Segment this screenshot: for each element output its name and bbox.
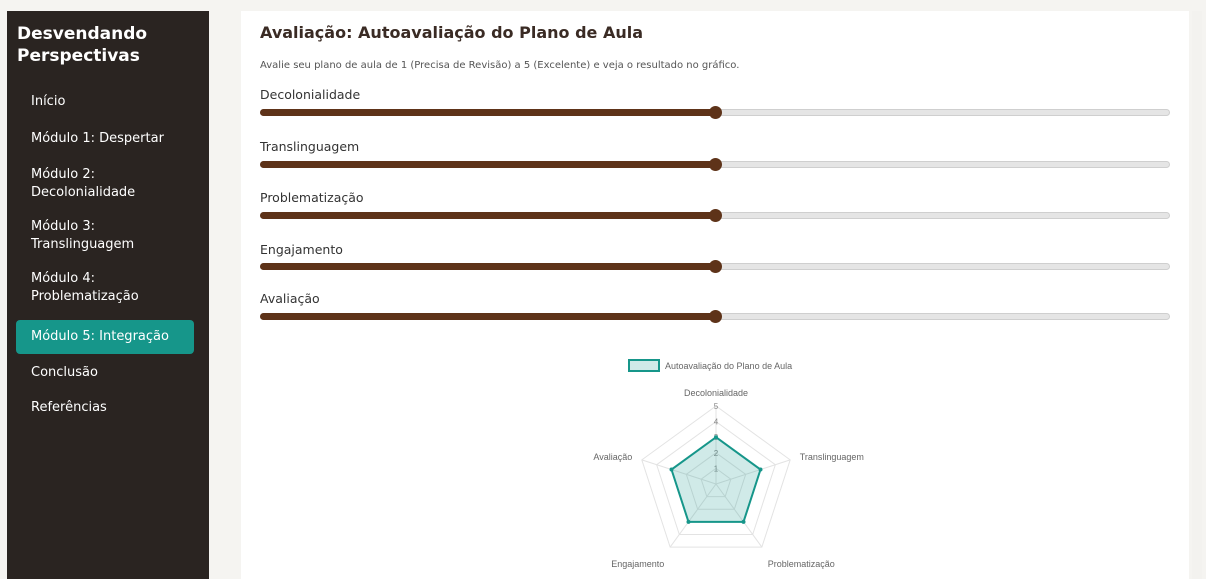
- sidebar-item-label: Conclusão: [31, 365, 98, 380]
- slider-label-avaliacao: Avaliação: [260, 291, 320, 306]
- radar-point[interactable]: [758, 467, 763, 472]
- slider-avaliacao[interactable]: [260, 310, 1170, 324]
- chart-legend[interactable]: Autoavaliação do Plano de Aula: [628, 359, 792, 372]
- sidebar-item-label: Referências: [31, 400, 107, 415]
- radar-axis-label: Decolonialidade: [684, 388, 748, 398]
- sidebar-item-modulo-3[interactable]: Módulo 3: Translinguagem: [16, 217, 194, 255]
- slider-label-problematizacao: Problematização: [260, 190, 364, 205]
- sidebar: Desvendando Perspectivas Início Módulo 1…: [7, 11, 209, 579]
- slider-label-engajamento: Engajamento: [260, 242, 343, 257]
- sidebar-item-label: Módulo 1: Despertar: [31, 131, 164, 146]
- slider-fill: [260, 161, 715, 168]
- slider-thumb[interactable]: [709, 260, 722, 273]
- radar-series-area: [670, 435, 762, 523]
- page-scrollbar[interactable]: [1192, 11, 1202, 579]
- slider-thumb[interactable]: [709, 209, 722, 222]
- slider-thumb[interactable]: [709, 310, 722, 323]
- sidebar-item-referencias[interactable]: Referências: [16, 397, 194, 419]
- sidebar-item-label: Módulo 2:: [31, 167, 96, 182]
- sidebar-item-label: Início: [31, 94, 66, 109]
- slider-label-decolonialidade: Decolonialidade: [260, 87, 361, 102]
- slider-fill: [260, 109, 715, 116]
- radar-axis-label: Avaliação: [593, 452, 632, 462]
- sidebar-item-label: Translinguagem: [31, 237, 135, 252]
- sidebar-item-modulo-5[interactable]: Módulo 5: Integração: [16, 320, 194, 354]
- radar-point[interactable]: [714, 435, 718, 440]
- radar-point[interactable]: [741, 519, 746, 524]
- sidebar-item-modulo-1[interactable]: Módulo 1: Despertar: [16, 128, 194, 150]
- sidebar-item-conclusao[interactable]: Conclusão: [16, 362, 194, 384]
- radar-axis-label: Engajamento: [611, 559, 664, 569]
- slider-fill: [260, 212, 715, 219]
- sidebar-item-label: Módulo 4:: [31, 271, 96, 286]
- radar-axis-label: Translinguagem: [800, 452, 864, 462]
- sidebar-item-label: Problematização: [31, 289, 139, 304]
- slider-decolonialidade[interactable]: [260, 106, 1170, 120]
- radar-chart: Autoavaliação do Plano de Aula 12345 Dec…: [593, 359, 864, 569]
- brand-line-2: Perspectivas: [17, 46, 140, 66]
- sidebar-item-inicio[interactable]: Início: [16, 91, 194, 113]
- slider-fill: [260, 263, 715, 270]
- radar-tick-label: 4: [714, 418, 719, 427]
- slider-problematizacao[interactable]: [260, 209, 1170, 223]
- brand-title: Desvendando Perspectivas: [17, 23, 197, 67]
- page-subtitle: Avalie seu plano de aula de 1 (Precisa d…: [260, 60, 740, 71]
- sidebar-item-label: Módulo 5: Integração: [31, 329, 169, 344]
- sidebar-item-modulo-2[interactable]: Módulo 2: Decolonialidade: [16, 165, 194, 203]
- radar-tick-label: 5: [714, 402, 719, 411]
- slider-translinguagem[interactable]: [260, 158, 1170, 172]
- radar-point[interactable]: [686, 519, 691, 524]
- brand-line-1: Desvendando: [17, 24, 148, 44]
- sidebar-item-modulo-4[interactable]: Módulo 4: Problematização: [16, 269, 194, 307]
- slider-thumb[interactable]: [709, 106, 722, 119]
- radar-series: [669, 435, 763, 524]
- sidebar-item-label: Decolonialidade: [31, 185, 136, 200]
- slider-thumb[interactable]: [709, 158, 722, 171]
- main-content: Avaliação: Autoavaliação do Plano de Aul…: [241, 11, 1189, 579]
- legend-swatch: [628, 359, 660, 372]
- radar-point[interactable]: [669, 467, 674, 472]
- legend-label: Autoavaliação do Plano de Aula: [665, 361, 792, 371]
- slider-label-translinguagem: Translinguagem: [260, 139, 360, 154]
- page-title: Avaliação: Autoavaliação do Plano de Aul…: [260, 23, 643, 42]
- slider-engajamento[interactable]: [260, 260, 1170, 274]
- radar-axis-label: Problematização: [768, 559, 835, 569]
- slider-fill: [260, 313, 715, 320]
- sidebar-item-label: Módulo 3:: [31, 219, 96, 234]
